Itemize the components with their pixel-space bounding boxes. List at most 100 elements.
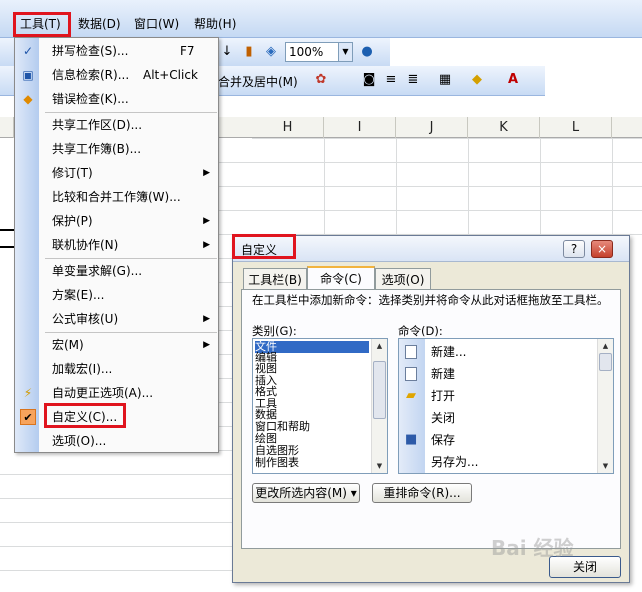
menu-item-spellcheck[interactable]: ✓ 拼写检查(S)... F7 xyxy=(15,39,218,63)
gridline xyxy=(612,138,613,235)
menu-item-label: 方案(E)... xyxy=(52,288,105,302)
menu-item-shortcut: Alt+Click xyxy=(143,68,198,82)
scroll-down-icon[interactable]: ▼ xyxy=(598,459,613,473)
menu-item-goal-seek[interactable]: 单变量求解(G)... xyxy=(15,259,218,283)
menu-item-label: 信息检索(R)... xyxy=(52,68,130,82)
gridline xyxy=(0,546,233,547)
menu-item-share-workbook[interactable]: 共享工作簿(B)... xyxy=(15,137,218,161)
chart-wizard-icon[interactable]: ▮ xyxy=(240,41,258,63)
menu-item-formula-audit[interactable]: 公式审核(U) ▶ xyxy=(15,307,218,331)
borders-icon[interactable]: ▦ xyxy=(436,69,454,91)
highlight-tools-menu xyxy=(13,12,71,37)
gridline xyxy=(219,450,233,451)
scroll-up-icon[interactable]: ▲ xyxy=(372,339,387,353)
menu-item-track-changes[interactable]: 修订(T) ▶ xyxy=(15,161,218,185)
menu-help[interactable]: 帮助(H) xyxy=(188,14,242,34)
list-item[interactable]: 另存为... xyxy=(399,451,589,473)
menu-item-shared-workspace[interactable]: 共享工作区(D)... xyxy=(15,113,218,137)
commands-list[interactable]: 新建... 新建 ▰ 打开 关闭 ■ 保存 另存为... ▲ ▼ xyxy=(398,338,614,474)
sort-icon[interactable]: ↓ xyxy=(218,41,236,63)
list-item[interactable]: 制作图表 xyxy=(255,457,299,469)
menu-item-label: 修订(T) xyxy=(52,166,93,180)
gridline xyxy=(219,258,233,259)
drawing-icon[interactable]: ◈ xyxy=(262,41,280,63)
list-item[interactable]: ▰ 打开 xyxy=(399,385,589,407)
column-header-j[interactable]: J xyxy=(396,117,468,138)
checkmark-icon: ✔ xyxy=(20,409,36,425)
font-color-icon[interactable]: A xyxy=(504,69,522,91)
submenu-arrow-icon: ▶ xyxy=(203,314,210,324)
menu-item-label: 共享工作区(D)... xyxy=(52,118,143,132)
tab-options[interactable]: 选项(O) xyxy=(375,268,431,290)
list-item[interactable]: 新建... xyxy=(399,341,589,363)
submenu-arrow-icon: ▶ xyxy=(203,168,210,178)
gridline xyxy=(252,138,642,139)
chevron-down-icon[interactable]: ▼ xyxy=(338,43,352,61)
menu-item-options[interactable]: 选项(O)... xyxy=(15,429,218,453)
tools-menu: ✓ 拼写检查(S)... F7 ▣ 信息检索(R)... Alt+Click ◆… xyxy=(14,37,219,453)
instruction-text: 在工具栏中添加新命令：选择类别并将命令从此对话框拖放至工具栏。 xyxy=(252,293,609,307)
highlight-dialog-title xyxy=(232,234,296,259)
commands-scrollbar[interactable]: ▲ ▼ xyxy=(597,339,613,473)
scroll-up-icon[interactable]: ▲ xyxy=(598,339,613,353)
menu-item-label: 比较和合并工作簿(W)... xyxy=(52,190,181,204)
rearrange-commands-button[interactable]: 重排命令(R)... xyxy=(372,483,472,503)
tab-commands[interactable]: 命令(C) xyxy=(307,266,375,290)
gridline xyxy=(219,162,642,163)
menu-item-scenarios[interactable]: 方案(E)... xyxy=(15,283,218,307)
list-item[interactable]: 新建 xyxy=(399,363,589,385)
style-icon[interactable]: ✿ xyxy=(312,69,330,91)
list-item[interactable]: 关闭 xyxy=(399,407,589,429)
column-header-h[interactable]: H xyxy=(252,117,324,138)
fill-color-icon[interactable]: ◆ xyxy=(468,69,486,91)
menu-item-online-collab[interactable]: 联机协作(N) ▶ xyxy=(15,233,218,257)
gridline xyxy=(0,570,233,571)
close-icon[interactable]: × xyxy=(591,240,613,258)
gridline xyxy=(219,306,233,307)
categories-list[interactable]: 文件 编辑 视图 插入 格式 工具 数据 窗口和帮助 绘图 自选图形 制作图表 … xyxy=(252,338,388,474)
modify-selection-button[interactable]: 更改所选内容(M) ▾ xyxy=(252,483,360,503)
customize-dialog: 自定义 ? × 工具栏(B) 命令(C) 选项(O) 在工具栏中添加新命令：选择… xyxy=(232,235,630,583)
help-icon[interactable]: ● xyxy=(358,41,376,63)
highlight-customize-item xyxy=(44,403,126,428)
camera-icon[interactable]: ◙ xyxy=(360,69,378,91)
cell-border xyxy=(0,246,14,248)
spellcheck-icon: ✓ xyxy=(22,44,34,58)
menu-window[interactable]: 窗口(W) xyxy=(128,14,185,34)
menu-item-label: 公式审核(U) xyxy=(52,312,119,326)
help-button[interactable]: ? xyxy=(563,240,585,258)
tab-toolbars[interactable]: 工具栏(B) xyxy=(243,268,307,290)
column-header-k[interactable]: K xyxy=(468,117,540,138)
menu-item-addins[interactable]: 加载宏(I)... xyxy=(15,357,218,381)
command-label: 关闭 xyxy=(431,411,456,425)
command-label: 另存为... xyxy=(431,455,479,469)
categories-scrollbar[interactable]: ▲ ▼ xyxy=(371,339,387,473)
scroll-down-icon[interactable]: ▼ xyxy=(372,459,387,473)
align-icon[interactable]: ≡ xyxy=(382,69,400,91)
menu-data[interactable]: 数据(D) xyxy=(72,14,127,34)
scroll-thumb[interactable] xyxy=(373,361,386,419)
commands-label: 命令(D): xyxy=(398,324,443,338)
indent-icon[interactable]: ≣ xyxy=(404,69,422,91)
column-header-l[interactable]: L xyxy=(540,117,612,138)
gridline xyxy=(219,378,233,379)
zoom-value: 100% xyxy=(289,45,324,59)
list-item[interactable]: ■ 保存 xyxy=(399,429,589,451)
menu-item-label: 共享工作簿(B)... xyxy=(52,142,142,156)
zoom-select[interactable]: 100% ▼ xyxy=(285,42,353,62)
menu-item-shortcut: F7 xyxy=(180,44,195,58)
menu-item-compare-merge[interactable]: 比较和合并工作簿(W)... xyxy=(15,185,218,209)
menu-item-research[interactable]: ▣ 信息检索(R)... Alt+Click xyxy=(15,63,218,87)
save-icon: ■ xyxy=(405,432,418,447)
command-label: 打开 xyxy=(431,389,456,403)
gridline xyxy=(219,354,233,355)
menu-item-macro[interactable]: 宏(M) ▶ xyxy=(15,333,218,357)
menu-item-protection[interactable]: 保护(P) ▶ xyxy=(15,209,218,233)
menu-item-error-check[interactable]: ◆ 错误检查(K)... xyxy=(15,87,218,111)
open-folder-icon: ▰ xyxy=(406,388,416,403)
scroll-thumb[interactable] xyxy=(599,353,612,371)
watermark: Bai 经验 xyxy=(491,536,574,560)
column-header-i[interactable]: I xyxy=(324,117,396,138)
merge-center-button[interactable]: 合并及居中(M) xyxy=(218,72,298,92)
menu-item-autocorrect[interactable]: ⚡ 自动更正选项(A)... xyxy=(15,381,218,405)
